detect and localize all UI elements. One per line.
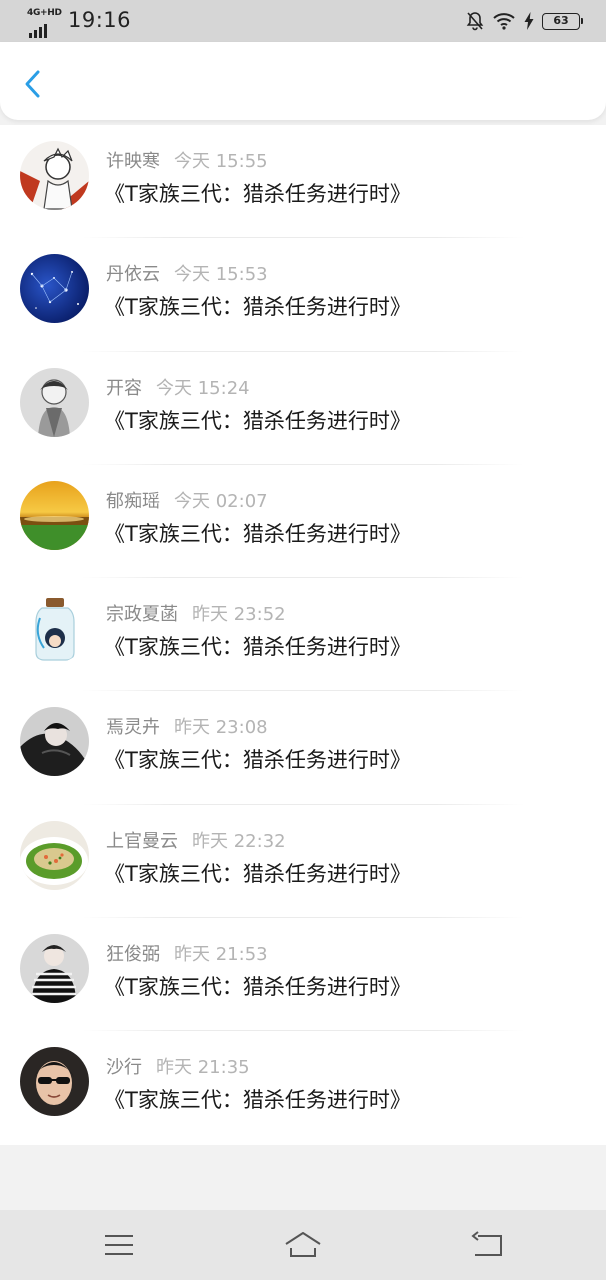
avatar[interactable]	[20, 594, 89, 664]
home-button[interactable]	[283, 1230, 323, 1260]
status-time: 19:16	[68, 8, 132, 32]
network-label: 4G+HD	[27, 8, 62, 18]
list-item[interactable]: 开容 今天 15:24 《T家族三代：猎杀任务进行时》	[0, 352, 606, 465]
battery-icon: 63	[542, 12, 583, 30]
user-name[interactable]: 宗政夏菡	[106, 604, 178, 625]
comment-time: 昨天 21:35	[156, 1057, 250, 1079]
list-item[interactable]: 狂俊弼 昨天 21:53 《T家族三代：猎杀任务进行时》	[0, 918, 606, 1032]
comment-content[interactable]: 《T家族三代：猎杀任务进行时》	[104, 631, 411, 661]
header	[0, 42, 606, 120]
user-name[interactable]: 丹依云	[106, 264, 160, 285]
avatar[interactable]	[20, 367, 89, 437]
user-name[interactable]: 上官曼云	[106, 831, 178, 852]
charging-icon	[524, 12, 534, 30]
comment-time: 昨天 21:53	[174, 944, 268, 966]
avatar[interactable]	[20, 1047, 89, 1117]
system-nav-bar	[0, 1210, 606, 1280]
comment-list: 许映寒 今天 15:55 《T家族三代：猎杀任务进行时》 丹依云 今天 15:53 …	[0, 125, 606, 1145]
comment-content[interactable]: 《T家族三代：猎杀任务进行时》	[104, 178, 411, 208]
status-bar: 4G+HD 19:16 63	[0, 0, 606, 42]
comment-content[interactable]: 《T家族三代：猎杀任务进行时》	[104, 744, 411, 774]
comment-content[interactable]: 《T家族三代：猎杀任务进行时》	[104, 858, 411, 888]
menu-icon	[105, 1235, 133, 1255]
avatar[interactable]	[20, 480, 89, 550]
comment-time: 今天 15:55	[174, 151, 268, 172]
comment-content[interactable]: 《T家族三代：猎杀任务进行时》	[104, 971, 411, 1001]
comment-time: 昨天 23:08	[174, 717, 268, 739]
user-name[interactable]: 开容	[106, 378, 142, 399]
list-item[interactable]: 焉灵卉 昨天 23:08 《T家族三代：猎杀任务进行时》	[0, 691, 606, 805]
bell-off-icon	[466, 12, 484, 31]
comment-time: 昨天 22:32	[192, 830, 286, 852]
chevron-left-icon	[25, 70, 40, 98]
user-name[interactable]: 狂俊弼	[106, 944, 160, 965]
avatar[interactable]	[20, 141, 89, 210]
menu-button[interactable]	[102, 1230, 136, 1260]
comment-time: 今天 02:07	[174, 490, 268, 512]
list-item[interactable]: 郁痴瑶 今天 02:07 《T家族三代：猎杀任务进行时》	[0, 465, 606, 579]
comment-content[interactable]: 《T家族三代：猎杀任务进行时》	[104, 405, 411, 435]
battery-level: 63	[553, 13, 569, 27]
comment-content[interactable]: 《T家族三代：猎杀任务进行时》	[104, 518, 411, 548]
comment-time: 今天 15:53	[174, 264, 268, 286]
user-name[interactable]: 沙行	[106, 1057, 142, 1078]
comment-time: 今天 15:24	[156, 377, 250, 399]
back-nav-button[interactable]	[470, 1230, 504, 1260]
signal-icon: 4G+HD	[27, 8, 63, 38]
list-item[interactable]: 宗政夏菡 昨天 23:52 《T家族三代：猎杀任务进行时》	[0, 578, 606, 692]
wifi-icon	[493, 13, 515, 30]
list-item[interactable]: 丹依云 今天 15:53 《T家族三代：猎杀任务进行时》	[0, 238, 606, 352]
avatar[interactable]	[20, 254, 89, 324]
user-name[interactable]: 许映寒	[106, 151, 160, 172]
avatar[interactable]	[20, 820, 89, 890]
back-icon	[471, 1231, 502, 1256]
list-item[interactable]: 沙行 昨天 21:35 《T家族三代：猎杀任务进行时》	[0, 1031, 606, 1144]
comment-time: 昨天 23:52	[192, 604, 286, 626]
comment-content[interactable]: 《T家族三代：猎杀任务进行时》	[104, 291, 411, 321]
avatar[interactable]	[20, 934, 89, 1004]
comment-content[interactable]: 《T家族三代：猎杀任务进行时》	[104, 1084, 411, 1114]
user-name[interactable]: 焉灵卉	[106, 717, 160, 738]
back-button[interactable]	[18, 66, 48, 102]
list-item[interactable]: 上官曼云 昨天 22:32 《T家族三代：猎杀任务进行时》	[0, 805, 606, 919]
list-item[interactable]: 许映寒 今天 15:55 《T家族三代：猎杀任务进行时》	[0, 125, 606, 239]
avatar[interactable]	[20, 707, 89, 777]
user-name[interactable]: 郁痴瑶	[106, 491, 160, 512]
home-icon	[285, 1232, 321, 1257]
